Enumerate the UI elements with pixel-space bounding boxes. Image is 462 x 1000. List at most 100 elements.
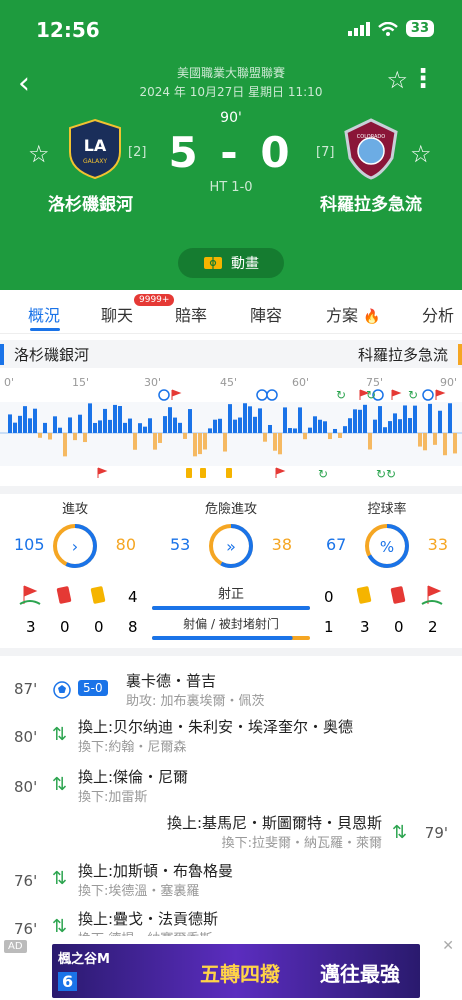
away-team-logo[interactable]: COLORADO <box>342 118 400 180</box>
momentum-bar <box>268 424 272 433</box>
stat-away-value: 38 <box>271 535 292 554</box>
momentum-bar <box>173 417 177 433</box>
event-sub-in: 換上:加斯頓・布魯格曼 <box>78 862 234 880</box>
tab-analysis[interactable]: 分析 <box>422 302 454 326</box>
sub-icon: ↻ <box>336 388 346 402</box>
event-minute: 80' <box>14 728 38 746</box>
momentum-bar <box>278 433 282 455</box>
stat-away-value: 80 <box>115 535 136 554</box>
counts-graphic: 4 射正 0 3 0 0 8 射偏 / 被封堵射门 1 3 0 2 <box>19 585 443 640</box>
ad-banner[interactable]: 楓之谷M 6 五轉四撥 邁往最強 <box>52 944 420 998</box>
momentum-bar <box>428 403 432 433</box>
away-red-card-icon <box>390 586 406 604</box>
section-divider <box>0 648 462 656</box>
home-red: 0 <box>60 618 70 636</box>
tick-45: 45' <box>220 376 237 389</box>
event-sub-out: 換下:拉斐爾・納瓦羅・萊爾 <box>221 836 382 851</box>
momentum-bar <box>223 433 227 452</box>
event-minute: 80' <box>14 778 38 796</box>
shots-off-bar <box>152 636 293 640</box>
status-bar: 12:56 33 <box>0 18 462 44</box>
momentum-bar <box>38 433 42 438</box>
sub-icon: ↻↻ <box>376 467 396 481</box>
momentum-bar <box>343 426 347 433</box>
home-team-name[interactable]: 洛杉磯銀河 <box>48 190 133 215</box>
tab-chat[interactable]: 聊天 <box>101 302 133 326</box>
soccer-ball-icon <box>53 681 71 699</box>
tab-plans[interactable]: 方案 🔥 <box>326 302 381 326</box>
momentum-bar <box>363 404 367 433</box>
momentum-bar <box>233 419 237 433</box>
momentum-bar <box>128 418 132 433</box>
match-timeline: 0' 15' 30' 45' 60' 75' 90' ↻ ↻ ↻ ↻ ↻↻ <box>0 372 462 484</box>
event-minute: 76' <box>14 872 38 890</box>
close-ad-icon[interactable]: ✕ <box>442 938 454 954</box>
shots-on-label: 射正 <box>218 586 244 602</box>
momentum-bar <box>18 415 22 433</box>
section-divider <box>0 486 462 494</box>
stat-title: 進攻 <box>61 502 88 517</box>
favorite-away-icon[interactable]: ☆ <box>410 140 432 168</box>
home-red-card-icon <box>56 586 72 604</box>
momentum-bar <box>58 427 62 433</box>
percent-icon: % <box>380 538 394 556</box>
tick-60: 60' <box>292 376 309 389</box>
more-options-icon[interactable]: ⋮ <box>410 64 436 94</box>
momentum-bar <box>353 409 357 433</box>
tick-15: 15' <box>72 376 89 389</box>
dangerous-attacks-ring: » <box>209 524 253 568</box>
momentum-bar <box>283 407 287 433</box>
substitution-icon: ⇅ <box>392 822 408 843</box>
momentum-bar <box>123 422 127 433</box>
tab-odds[interactable]: 賠率 <box>175 302 207 326</box>
yellow-card-icon <box>186 468 192 478</box>
momentum-bar <box>93 422 97 433</box>
goal-score-badge: 5-0 <box>78 680 108 696</box>
away-yellow-card-icon <box>356 586 372 604</box>
momentum-bar <box>443 433 447 456</box>
teams-bar-away: 科羅拉多急流 <box>358 344 462 365</box>
stat-home-value: 105 <box>14 535 45 554</box>
momentum-bar <box>98 420 102 433</box>
yellow-card-icon <box>200 468 206 478</box>
event-sub-out: 換下:加雷斯 <box>78 790 148 805</box>
momentum-bar <box>368 433 372 450</box>
tab-overview[interactable]: 概況 <box>28 302 60 326</box>
momentum-bar <box>348 418 352 433</box>
chat-badge: 9999+ <box>134 294 175 306</box>
match-header: 12:56 33 ‹ 美國職業大聯盟聯賽 2024 年 10月27日 星期日 1… <box>0 0 462 290</box>
event-assist: 助攻: 加布裏埃爾・佩茨 <box>126 694 265 709</box>
substitution-icon: ⇅ <box>52 724 68 745</box>
momentum-bar <box>288 428 292 433</box>
momentum-bar <box>298 407 302 433</box>
animation-button[interactable]: 動畫 <box>178 248 284 278</box>
event-minute: 79' <box>424 824 448 842</box>
sub-icon: ↻ <box>318 467 328 481</box>
momentum-bar <box>163 416 167 433</box>
goal-icon <box>158 389 170 401</box>
momentum-bar <box>103 408 107 433</box>
away-yellow: 3 <box>360 618 370 636</box>
momentum-bar <box>228 404 232 433</box>
battery-icon: 33 <box>405 20 434 37</box>
momentum-bar <box>143 426 147 433</box>
favorite-match-icon[interactable]: ☆ <box>386 66 408 94</box>
match-counts: 4 射正 0 3 0 0 8 射偏 / 被封堵射门 1 3 0 2 <box>0 584 462 644</box>
shots-on-bar <box>152 606 310 610</box>
tab-bar: 概況 聊天 9999+ 賠率 陣容 方案 🔥 分析 <box>0 290 462 334</box>
momentum-bar <box>13 422 17 433</box>
away-team-name[interactable]: 科羅拉多急流 <box>320 190 422 215</box>
ad-brand: 楓之谷M <box>58 952 110 967</box>
momentum-bar <box>373 419 377 433</box>
event-sub-in: 換上:疊戈・法貢德斯 <box>78 910 219 928</box>
momentum-bar <box>328 433 332 440</box>
momentum-bar <box>433 433 437 445</box>
teams-bar: 洛杉磯銀河 科羅拉多急流 <box>0 340 462 368</box>
tab-lineup[interactable]: 陣容 <box>250 302 282 326</box>
event-minute: 87' <box>14 680 38 698</box>
ad-banner-container: AD 楓之谷M 6 五轉四撥 邁往最強 ✕ <box>0 936 462 1000</box>
momentum-bar <box>118 406 122 433</box>
ad-label: AD <box>4 940 27 953</box>
momentum-bar <box>323 421 327 433</box>
teams-bar-home: 洛杉磯銀河 <box>0 344 89 365</box>
